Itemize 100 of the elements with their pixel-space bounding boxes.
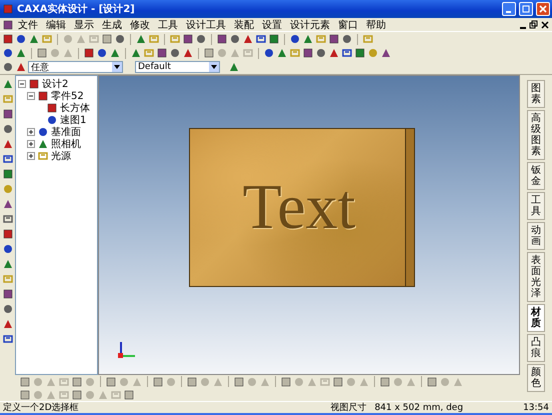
tool-icon[interactable] xyxy=(2,153,14,165)
tool-icon[interactable] xyxy=(328,33,340,45)
maximize-button[interactable] xyxy=(519,2,533,16)
tool-icon[interactable] xyxy=(37,126,49,138)
menu-item[interactable]: 修改 xyxy=(126,18,154,32)
tool-icon[interactable] xyxy=(380,47,392,59)
expand-icon[interactable] xyxy=(27,152,35,160)
tool-icon[interactable] xyxy=(130,47,142,59)
tool-icon[interactable] xyxy=(182,47,194,59)
tree-item[interactable]: 速图1 xyxy=(60,113,86,127)
menu-item[interactable]: 显示 xyxy=(70,18,98,32)
tool-icon[interactable] xyxy=(302,33,314,45)
tool-icon[interactable] xyxy=(263,47,275,59)
tool-icon[interactable] xyxy=(2,78,14,90)
expand-icon[interactable] xyxy=(27,140,35,148)
menu-item[interactable]: 文件 xyxy=(14,18,42,32)
tool-icon[interactable] xyxy=(328,47,340,59)
view-size-value: 841 x 502 mm, deg xyxy=(374,402,464,412)
menu-item[interactable]: 工具 xyxy=(154,18,182,32)
menu-item[interactable]: 设置 xyxy=(258,18,286,32)
tool-icon[interactable] xyxy=(2,258,14,270)
tool-icon[interactable] xyxy=(216,33,228,45)
expand-icon[interactable] xyxy=(27,128,35,136)
tool-icon[interactable] xyxy=(96,47,108,59)
tree-item[interactable]: 长方体 xyxy=(60,101,90,115)
style-dropdown[interactable]: Default xyxy=(135,61,220,73)
close-button[interactable] xyxy=(539,19,550,30)
tool-icon[interactable] xyxy=(109,47,121,59)
tool-icon[interactable] xyxy=(169,47,181,59)
tool-icon[interactable] xyxy=(15,33,27,45)
tool-icon[interactable] xyxy=(2,138,14,150)
tool-icon[interactable] xyxy=(135,33,147,45)
side-tab[interactable]: 颜色 xyxy=(527,364,545,392)
tool-icon[interactable] xyxy=(2,108,14,120)
tree-item[interactable]: 零件52 xyxy=(51,89,84,103)
menu-item[interactable]: 设计工具 xyxy=(182,18,230,32)
menu-item[interactable]: 窗口 xyxy=(334,18,362,32)
tool-icon[interactable] xyxy=(268,33,280,45)
tool-icon[interactable] xyxy=(37,90,49,102)
tool-icon[interactable] xyxy=(114,33,126,45)
side-tab[interactable]: 图素 xyxy=(527,80,545,108)
tool-icon[interactable] xyxy=(302,47,314,59)
side-tab[interactable]: 钣金 xyxy=(527,162,545,190)
tool-icon[interactable] xyxy=(2,303,14,315)
tree-item[interactable]: 基准面 xyxy=(51,125,81,139)
tool-icon[interactable] xyxy=(2,123,14,135)
menu-item[interactable]: 编辑 xyxy=(42,18,70,32)
tree-item[interactable]: 照相机 xyxy=(51,137,81,151)
tool-icon[interactable] xyxy=(2,213,14,225)
tool-icon[interactable] xyxy=(182,33,194,45)
tool-icon[interactable] xyxy=(15,61,27,73)
collapse-icon[interactable] xyxy=(18,80,26,88)
tool-icon[interactable] xyxy=(2,33,14,45)
side-tab[interactable]: 表面光泽 xyxy=(527,252,545,302)
tree-item[interactable]: 设计2 xyxy=(42,77,68,91)
tool-icon[interactable] xyxy=(2,333,14,345)
side-tab[interactable]: 高级图素 xyxy=(527,110,545,160)
tool-icon[interactable] xyxy=(229,33,241,45)
tool-icon[interactable] xyxy=(2,228,14,240)
restore-button[interactable] xyxy=(528,19,539,30)
menu-item[interactable]: 帮助 xyxy=(362,18,390,32)
tool-icon[interactable] xyxy=(2,168,14,180)
tool-icon[interactable] xyxy=(2,318,14,330)
tool-icon[interactable] xyxy=(341,47,353,59)
tool-icon[interactable] xyxy=(46,114,58,126)
side-tab[interactable]: 工具 xyxy=(527,192,545,220)
view-size-label: 视图尺寸 xyxy=(330,402,367,414)
tool-icon[interactable] xyxy=(2,243,14,255)
tool-icon[interactable] xyxy=(289,33,301,45)
tool-icon[interactable] xyxy=(46,102,58,114)
tool-icon[interactable] xyxy=(255,33,267,45)
menu-item[interactable]: 生成 xyxy=(98,18,126,32)
status-message: 定义一个2D选择框 xyxy=(3,402,79,414)
side-tab[interactable]: 动画 xyxy=(527,222,545,250)
tool-icon[interactable] xyxy=(2,47,14,59)
tool-icon[interactable] xyxy=(2,288,14,300)
tool-icon[interactable] xyxy=(2,18,14,30)
tool-icon[interactable] xyxy=(28,78,40,90)
side-tab[interactable]: 凸痕 xyxy=(527,334,545,362)
tool-icon[interactable] xyxy=(242,33,254,45)
tool-icon[interactable] xyxy=(354,47,366,59)
tool-icon[interactable] xyxy=(28,33,40,45)
tool-icon[interactable] xyxy=(83,47,95,59)
selection-filter-dropdown[interactable]: 任意 xyxy=(28,61,123,73)
tool-icon[interactable] xyxy=(2,61,14,73)
tool-icon[interactable] xyxy=(228,61,240,73)
tool-icon[interactable] xyxy=(195,33,207,45)
side-tab[interactable]: 材质 xyxy=(527,304,545,332)
tool-icon[interactable] xyxy=(2,198,14,210)
tool-icon[interactable] xyxy=(37,138,49,150)
collapse-icon[interactable] xyxy=(27,92,35,100)
engraved-text: Text xyxy=(242,170,356,244)
menu-item[interactable]: 装配 xyxy=(230,18,258,32)
menu-item[interactable]: 设计元素 xyxy=(286,18,334,32)
tool-icon[interactable] xyxy=(15,47,27,59)
tool-icon[interactable] xyxy=(156,47,168,59)
tool-icon[interactable] xyxy=(276,47,288,59)
tree-item[interactable]: 光源 xyxy=(51,149,71,163)
tool-icon[interactable] xyxy=(315,47,327,59)
tool-icon[interactable] xyxy=(341,33,353,45)
